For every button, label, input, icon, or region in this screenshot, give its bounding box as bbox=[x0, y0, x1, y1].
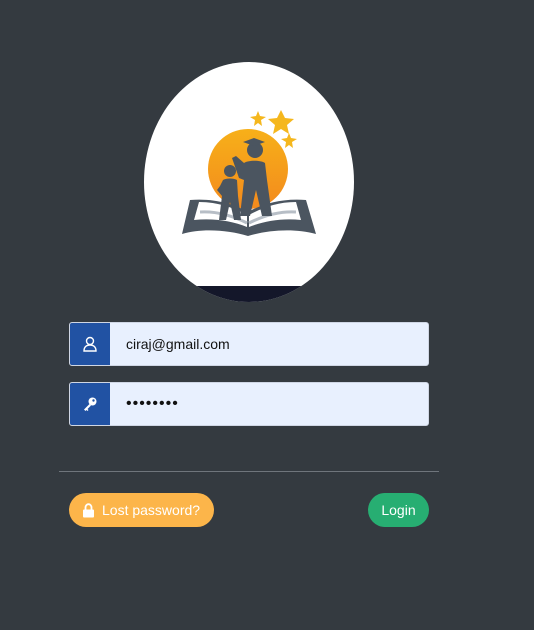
username-input[interactable] bbox=[110, 323, 428, 365]
lost-password-button[interactable]: Lost password? bbox=[69, 493, 214, 527]
logo bbox=[144, 62, 354, 302]
graduation-book-logo-icon bbox=[182, 110, 316, 236]
lock-icon bbox=[82, 502, 95, 518]
logo-bottom-band bbox=[144, 286, 354, 302]
username-field bbox=[69, 322, 429, 366]
login-label: Login bbox=[381, 502, 416, 518]
login-button[interactable]: Login bbox=[368, 493, 429, 527]
divider bbox=[59, 471, 439, 472]
password-input[interactable] bbox=[110, 383, 428, 425]
user-icon bbox=[70, 323, 110, 365]
password-field bbox=[69, 382, 429, 426]
key-icon bbox=[70, 383, 110, 425]
lost-password-label: Lost password? bbox=[102, 502, 201, 518]
